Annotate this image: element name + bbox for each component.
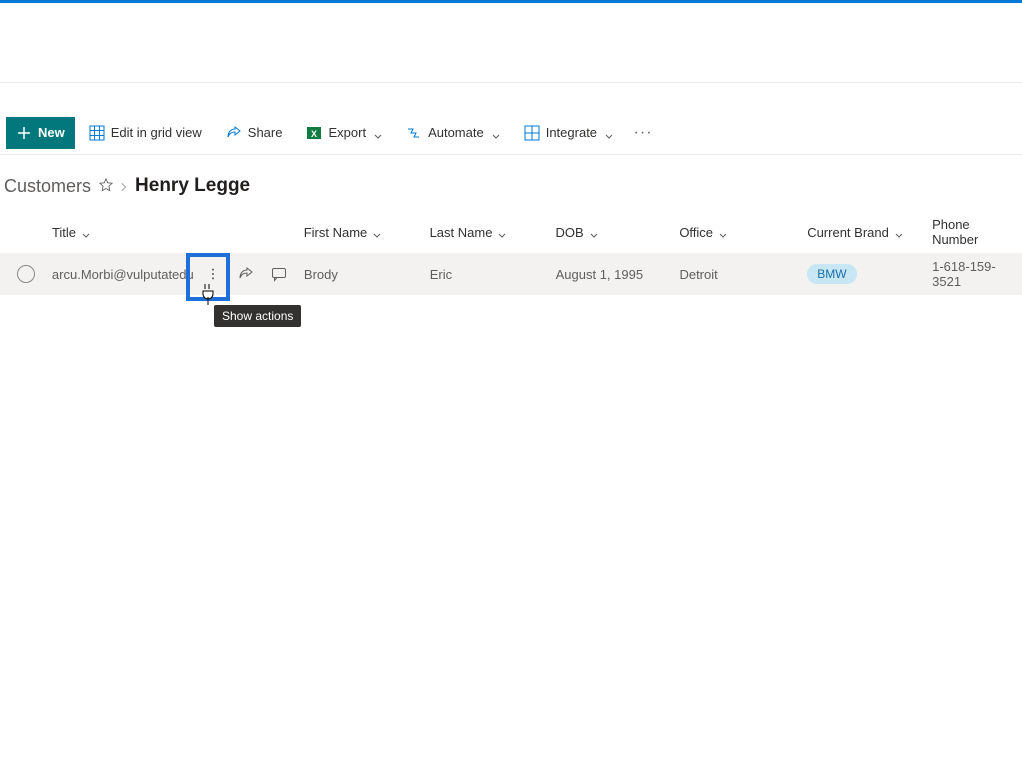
col-header-office[interactable]: Office [679,225,807,240]
chevron-down-icon [895,228,903,236]
new-label: New [38,125,65,140]
export-button[interactable]: X Export [296,117,392,149]
cell-title-text[interactable]: arcu.Morbi@vulputatedui... [52,267,194,282]
share-label: Share [248,125,283,140]
cell-first: Brody [304,267,430,282]
edit-grid-button[interactable]: Edit in grid view [79,117,212,149]
excel-icon: X [306,125,322,141]
col-header-dob[interactable]: DOB [555,225,679,240]
col-header-brand[interactable]: Current Brand [807,225,932,240]
integrate-icon [524,125,540,141]
chevron-down-icon [374,129,382,137]
share-button[interactable]: Share [216,117,293,149]
chevron-down-icon [373,228,381,236]
integrate-label: Integrate [546,125,597,140]
more-commands-button[interactable]: ··· [627,117,659,149]
chevron-right-icon [121,176,127,197]
header-placeholder [0,3,1022,83]
chevron-down-icon [605,129,613,137]
col-header-label: DOB [555,225,583,240]
breadcrumb-root[interactable]: Customers [4,176,91,197]
col-header-label: Office [679,225,713,240]
export-label: Export [328,125,366,140]
cell-office: Detroit [679,267,807,282]
command-bar: New Edit in grid view Share X Export Aut… [0,111,1022,155]
cell-phone: 1-618-159-3521 [932,259,1022,289]
list-area: Title First Name Last Name DOB Office Cu… [0,211,1022,295]
col-header-label: Title [52,225,76,240]
automate-button[interactable]: Automate [396,117,510,149]
col-header-title[interactable]: Title [52,225,304,240]
brand-pill[interactable]: BMW [807,264,856,284]
chevron-down-icon [498,228,506,236]
cell-text: Brody [304,267,338,282]
cell-title: arcu.Morbi@vulputatedui... [52,256,304,292]
table-row[interactable]: arcu.Morbi@vulputatedui... Brody Eric Au… [0,253,1022,295]
ellipsis-icon: ··· [634,124,653,142]
automate-label: Automate [428,125,484,140]
col-header-first[interactable]: First Name [304,225,430,240]
chevron-down-icon [590,228,598,236]
breadcrumb-current: Henry Legge [135,175,250,197]
radio-icon [17,265,35,283]
cell-text: August 1, 1995 [556,267,643,282]
col-header-last[interactable]: Last Name [430,225,556,240]
grid-icon [89,125,105,141]
col-header-label: Last Name [430,225,493,240]
cell-brand: BMW [807,264,932,284]
row-show-actions-button[interactable] [200,256,227,292]
chevron-down-icon [82,228,90,236]
plus-icon [16,125,32,141]
cell-text: Eric [430,267,452,282]
star-icon[interactable] [99,176,113,197]
row-share-button[interactable] [233,260,260,288]
list-header: Title First Name Last Name DOB Office Cu… [0,211,1022,253]
row-comment-button[interactable] [265,260,292,288]
breadcrumb: Customers Henry Legge [0,155,1022,211]
svg-text:X: X [311,129,317,139]
automate-icon [406,125,422,141]
chevron-down-icon [492,129,500,137]
cell-text: 1-618-159-3521 [932,259,1010,289]
show-actions-tooltip: Show actions [214,305,301,327]
cell-last: Eric [430,267,556,282]
chevron-down-icon [719,228,727,236]
new-button[interactable]: New [6,117,75,149]
col-header-label: First Name [304,225,368,240]
edit-grid-label: Edit in grid view [111,125,202,140]
cell-text: Detroit [679,267,717,282]
row-select[interactable] [0,265,52,283]
cell-dob: August 1, 1995 [556,267,680,282]
integrate-button[interactable]: Integrate [514,117,623,149]
col-header-label: Current Brand [807,225,889,240]
col-header-label: Phone Number [932,217,1010,247]
share-icon [226,125,242,141]
col-header-phone[interactable]: Phone Number [932,217,1022,247]
